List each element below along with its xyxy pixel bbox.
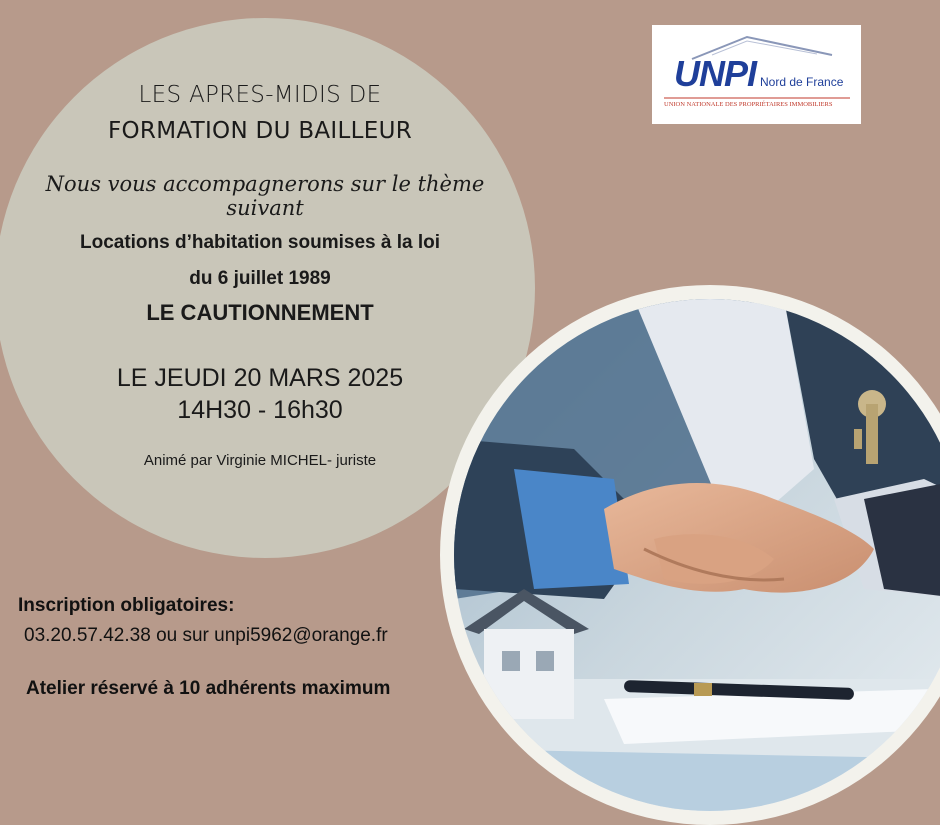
registration-label: Inscription obligatoires: [18,595,235,616]
title-line-1: LES APRES-MIDIS DE [138,82,382,108]
topic-line-2: du 6 juillet 1989 [189,268,331,289]
logo-region: Nord de France [760,75,844,89]
title-line-2: FORMATION DU BAILLEUR [108,118,412,144]
subtitle: Nous vous accompagnerons sur le thème su… [45,172,485,220]
topic-title: LE CAUTIONNEMENT [146,300,374,325]
logo-union-text: UNION NATIONALE DES PROPRIÉTAIRES IMMOBI… [664,101,833,108]
event-time: 14H30 - 16h30 [177,396,343,424]
handshake-photo [454,299,940,811]
event-date: LE JEUDI 20 MARS 2025 [116,364,404,392]
topic-line-1: Locations d’habitation soumises à la loi [79,232,440,253]
logo-wordmark: UNPI [674,53,757,94]
workshop-note: Atelier réservé à 10 adhérents maximum [26,678,391,699]
registration-contact: 03.20.57.42.38 ou sur unpi5962@orange.fr [24,625,388,646]
handshake-illustration [454,299,940,811]
event-animator: Animé par Virginie MICHEL- juriste [143,452,377,469]
unpi-logo: UNPI Nord de France UNION NATIONALE DES … [652,25,861,124]
